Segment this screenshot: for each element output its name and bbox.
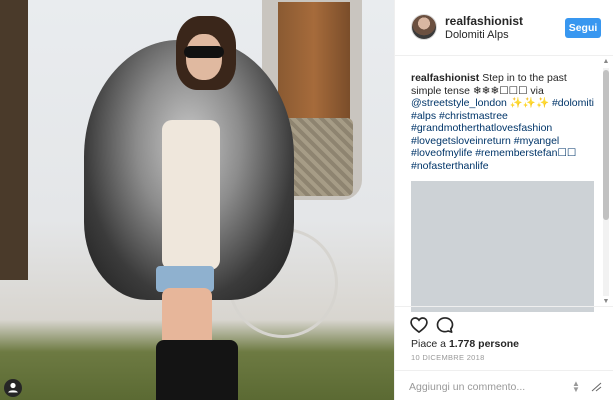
comment-input[interactable] bbox=[409, 379, 569, 395]
caption-mention[interactable]: @streetstyle_london bbox=[411, 97, 507, 109]
post-side-panel: realfashionist Dolomiti Alps Segui realf… bbox=[394, 0, 613, 400]
like-button[interactable] bbox=[409, 315, 429, 335]
post-actions: Piace a 1.778 persone 10 DICEMBRE 2018 ▲… bbox=[395, 306, 613, 400]
post-header: realfashionist Dolomiti Alps Segui bbox=[395, 0, 613, 56]
resize-grip-icon bbox=[591, 382, 602, 392]
comment-bubble-icon bbox=[436, 317, 454, 333]
header-username[interactable]: realfashionist bbox=[445, 14, 523, 28]
likes-number: 1.778 bbox=[448, 338, 476, 350]
follow-button[interactable]: Segui bbox=[565, 18, 601, 38]
caption-username[interactable]: realfashionist bbox=[411, 72, 479, 84]
resize-handle-icon[interactable] bbox=[590, 382, 602, 392]
likes-suffix: persone bbox=[475, 338, 519, 350]
photo-wall-shadow bbox=[0, 0, 28, 280]
blurred-media-preview: ● ● ● bbox=[411, 181, 594, 312]
caption-sparkles: ✨✨✨ bbox=[506, 97, 550, 109]
scroll-up-arrow-icon[interactable]: ▲ bbox=[602, 58, 610, 66]
photo-boots bbox=[156, 340, 238, 400]
comments-list: realfashionist Step in to the past simpl… bbox=[411, 72, 594, 312]
header-location[interactable]: Dolomiti Alps bbox=[445, 29, 509, 41]
comments-scrollbar[interactable]: ▲ ▼ bbox=[602, 58, 610, 306]
comment-button[interactable] bbox=[435, 315, 455, 335]
tagged-users-icon[interactable] bbox=[4, 379, 22, 397]
person-icon bbox=[8, 382, 18, 393]
likes-prefix: Piace a bbox=[411, 338, 449, 350]
heart-icon bbox=[410, 317, 428, 334]
avatar[interactable] bbox=[411, 14, 437, 40]
post-date: 10 DICEMBRE 2018 bbox=[411, 353, 485, 362]
post-caption: realfashionist Step in to the past simpl… bbox=[411, 72, 594, 172]
likes-count[interactable]: Piace a 1.778 persone bbox=[411, 338, 519, 350]
scroll-down-arrow-icon[interactable]: ▼ bbox=[602, 298, 610, 306]
photo-sunglasses bbox=[184, 46, 224, 58]
scroll-thumb[interactable] bbox=[603, 70, 609, 220]
more-options-icon[interactable]: ▲ ▼ bbox=[571, 380, 581, 394]
photo-sweater bbox=[162, 120, 220, 270]
add-comment-bar: ▲▼ bbox=[395, 370, 613, 400]
post-photo[interactable] bbox=[0, 0, 394, 400]
